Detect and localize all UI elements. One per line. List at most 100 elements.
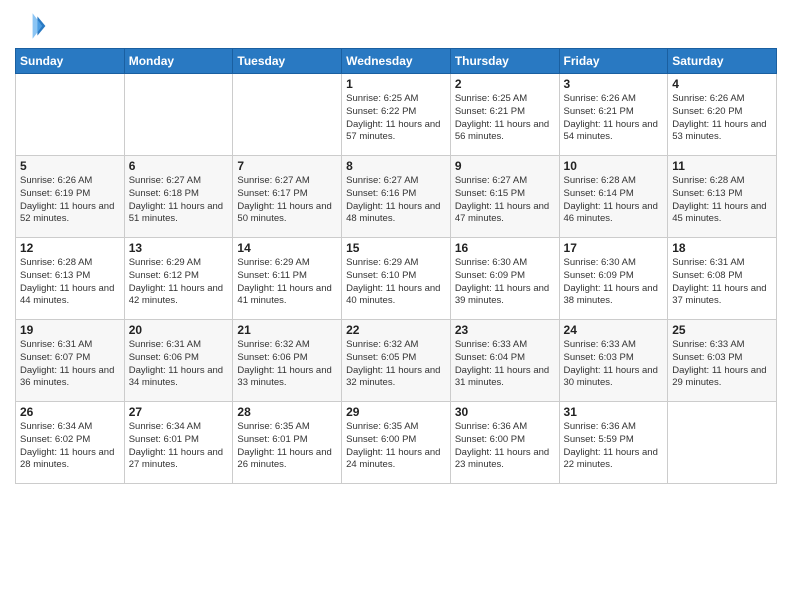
day-number: 9 bbox=[455, 159, 555, 173]
calendar-cell: 14 Sunrise: 6:29 AMSunset: 6:11 PMDayligh… bbox=[233, 238, 342, 320]
header bbox=[15, 10, 777, 42]
calendar-cell: 12 Sunrise: 6:28 AMSunset: 6:13 PMDayligh… bbox=[16, 238, 125, 320]
calendar-cell: 10 Sunrise: 6:28 AMSunset: 6:14 PMDayligh… bbox=[559, 156, 668, 238]
day-number: 22 bbox=[346, 323, 446, 337]
day-info: Sunrise: 6:31 AMSunset: 6:07 PMDaylight:… bbox=[20, 339, 120, 390]
day-number: 20 bbox=[129, 323, 229, 337]
logo bbox=[15, 10, 51, 42]
weekday-header-sunday: Sunday bbox=[16, 49, 125, 74]
calendar-cell: 4 Sunrise: 6:26 AMSunset: 6:20 PMDaylight… bbox=[668, 74, 777, 156]
day-info: Sunrise: 6:33 AMSunset: 6:03 PMDaylight:… bbox=[672, 339, 772, 390]
day-info: Sunrise: 6:29 AMSunset: 6:10 PMDaylight:… bbox=[346, 257, 446, 308]
calendar-cell: 6Sunrise: 6:27 AMSunset: 6:18 PMDaylight… bbox=[124, 156, 233, 238]
calendar-cell: 9 Sunrise: 6:27 AMSunset: 6:15 PMDaylight… bbox=[450, 156, 559, 238]
day-number: 27 bbox=[129, 405, 229, 419]
day-number: 31 bbox=[564, 405, 664, 419]
calendar-cell: 15 Sunrise: 6:29 AMSunset: 6:10 PMDayligh… bbox=[342, 238, 451, 320]
calendar-cell: 11 Sunrise: 6:28 AMSunset: 6:13 PMDayligh… bbox=[668, 156, 777, 238]
day-info: Sunrise: 6:31 AMSunset: 6:06 PMDaylight:… bbox=[129, 339, 229, 390]
calendar-cell: 7Sunrise: 6:27 AMSunset: 6:17 PMDaylight… bbox=[233, 156, 342, 238]
calendar-cell: 18 Sunrise: 6:31 AMSunset: 6:08 PMDayligh… bbox=[668, 238, 777, 320]
day-info: Sunrise: 6:34 AMSunset: 6:01 PMDaylight:… bbox=[129, 421, 229, 472]
day-info: Sunrise: 6:35 AMSunset: 6:00 PMDaylight:… bbox=[346, 421, 446, 472]
calendar-cell: 27 Sunrise: 6:34 AMSunset: 6:01 PMDayligh… bbox=[124, 402, 233, 484]
calendar-cell: 16 Sunrise: 6:30 AMSunset: 6:09 PMDayligh… bbox=[450, 238, 559, 320]
day-number: 15 bbox=[346, 241, 446, 255]
day-info: Sunrise: 6:29 AMSunset: 6:12 PMDaylight:… bbox=[129, 257, 229, 308]
day-number: 12 bbox=[20, 241, 120, 255]
day-number: 14 bbox=[237, 241, 337, 255]
day-info: Sunrise: 6:27 AMSunset: 6:16 PMDaylight:… bbox=[346, 175, 446, 226]
calendar-cell: 31 Sunrise: 6:36 AMSunset: 5:59 PMDayligh… bbox=[559, 402, 668, 484]
day-number: 5 bbox=[20, 159, 120, 173]
day-number: 21 bbox=[237, 323, 337, 337]
weekday-header-tuesday: Tuesday bbox=[233, 49, 342, 74]
day-number: 28 bbox=[237, 405, 337, 419]
weekday-header-monday: Monday bbox=[124, 49, 233, 74]
day-info: Sunrise: 6:26 AMSunset: 6:19 PMDaylight:… bbox=[20, 175, 120, 226]
day-number: 3 bbox=[564, 77, 664, 91]
calendar-cell: 8Sunrise: 6:27 AMSunset: 6:16 PMDaylight… bbox=[342, 156, 451, 238]
calendar-cell: 24Sunrise: 6:33 AMSunset: 6:03 PMDayligh… bbox=[559, 320, 668, 402]
calendar-cell bbox=[668, 402, 777, 484]
day-info: Sunrise: 6:33 AMSunset: 6:04 PMDaylight:… bbox=[455, 339, 555, 390]
day-info: Sunrise: 6:30 AMSunset: 6:09 PMDaylight:… bbox=[564, 257, 664, 308]
calendar-cell: 26 Sunrise: 6:34 AMSunset: 6:02 PMDayligh… bbox=[16, 402, 125, 484]
day-number: 17 bbox=[564, 241, 664, 255]
calendar-cell bbox=[124, 74, 233, 156]
day-info: Sunrise: 6:33 AMSunset: 6:03 PMDaylight:… bbox=[564, 339, 664, 390]
day-info: Sunrise: 6:29 AMSunset: 6:11 PMDaylight:… bbox=[237, 257, 337, 308]
day-number: 26 bbox=[20, 405, 120, 419]
day-number: 18 bbox=[672, 241, 772, 255]
day-number: 29 bbox=[346, 405, 446, 419]
weekday-header-wednesday: Wednesday bbox=[342, 49, 451, 74]
calendar-cell: 28 Sunrise: 6:35 AMSunset: 6:01 PMDayligh… bbox=[233, 402, 342, 484]
day-info: Sunrise: 6:25 AMSunset: 6:22 PMDaylight:… bbox=[346, 93, 446, 144]
weekday-header-saturday: Saturday bbox=[668, 49, 777, 74]
page: SundayMondayTuesdayWednesdayThursdayFrid… bbox=[0, 0, 792, 612]
day-number: 16 bbox=[455, 241, 555, 255]
day-info: Sunrise: 6:27 AMSunset: 6:15 PMDaylight:… bbox=[455, 175, 555, 226]
day-info: Sunrise: 6:26 AMSunset: 6:20 PMDaylight:… bbox=[672, 93, 772, 144]
calendar-cell bbox=[233, 74, 342, 156]
calendar-cell: 29 Sunrise: 6:35 AMSunset: 6:00 PMDayligh… bbox=[342, 402, 451, 484]
logo-icon bbox=[15, 10, 47, 42]
calendar-cell bbox=[16, 74, 125, 156]
calendar-cell: 25Sunrise: 6:33 AMSunset: 6:03 PMDayligh… bbox=[668, 320, 777, 402]
calendar-cell: 20 Sunrise: 6:31 AMSunset: 6:06 PMDayligh… bbox=[124, 320, 233, 402]
calendar-cell: 3Sunrise: 6:26 AMSunset: 6:21 PMDaylight… bbox=[559, 74, 668, 156]
calendar-cell: 17 Sunrise: 6:30 AMSunset: 6:09 PMDayligh… bbox=[559, 238, 668, 320]
day-number: 19 bbox=[20, 323, 120, 337]
day-number: 23 bbox=[455, 323, 555, 337]
calendar-cell: 30 Sunrise: 6:36 AMSunset: 6:00 PMDayligh… bbox=[450, 402, 559, 484]
day-number: 13 bbox=[129, 241, 229, 255]
day-info: Sunrise: 6:28 AMSunset: 6:13 PMDaylight:… bbox=[672, 175, 772, 226]
day-info: Sunrise: 6:28 AMSunset: 6:13 PMDaylight:… bbox=[20, 257, 120, 308]
calendar-cell: 22 Sunrise: 6:32 AMSunset: 6:05 PMDayligh… bbox=[342, 320, 451, 402]
day-number: 30 bbox=[455, 405, 555, 419]
day-info: Sunrise: 6:36 AMSunset: 6:00 PMDaylight:… bbox=[455, 421, 555, 472]
day-number: 1 bbox=[346, 77, 446, 91]
calendar-cell: 19 Sunrise: 6:31 AMSunset: 6:07 PMDayligh… bbox=[16, 320, 125, 402]
day-info: Sunrise: 6:30 AMSunset: 6:09 PMDaylight:… bbox=[455, 257, 555, 308]
calendar: SundayMondayTuesdayWednesdayThursdayFrid… bbox=[15, 48, 777, 484]
day-number: 11 bbox=[672, 159, 772, 173]
calendar-cell: 23 Sunrise: 6:33 AMSunset: 6:04 PMDayligh… bbox=[450, 320, 559, 402]
day-info: Sunrise: 6:34 AMSunset: 6:02 PMDaylight:… bbox=[20, 421, 120, 472]
calendar-cell: 13 Sunrise: 6:29 AMSunset: 6:12 PMDayligh… bbox=[124, 238, 233, 320]
day-number: 2 bbox=[455, 77, 555, 91]
day-info: Sunrise: 6:32 AMSunset: 6:05 PMDaylight:… bbox=[346, 339, 446, 390]
day-info: Sunrise: 6:31 AMSunset: 6:08 PMDaylight:… bbox=[672, 257, 772, 308]
weekday-header-thursday: Thursday bbox=[450, 49, 559, 74]
day-info: Sunrise: 6:27 AMSunset: 6:17 PMDaylight:… bbox=[237, 175, 337, 226]
day-info: Sunrise: 6:35 AMSunset: 6:01 PMDaylight:… bbox=[237, 421, 337, 472]
day-info: Sunrise: 6:25 AMSunset: 6:21 PMDaylight:… bbox=[455, 93, 555, 144]
day-info: Sunrise: 6:28 AMSunset: 6:14 PMDaylight:… bbox=[564, 175, 664, 226]
day-number: 6 bbox=[129, 159, 229, 173]
weekday-header-friday: Friday bbox=[559, 49, 668, 74]
day-info: Sunrise: 6:36 AMSunset: 5:59 PMDaylight:… bbox=[564, 421, 664, 472]
day-number: 10 bbox=[564, 159, 664, 173]
calendar-cell: 21 Sunrise: 6:32 AMSunset: 6:06 PMDayligh… bbox=[233, 320, 342, 402]
day-number: 4 bbox=[672, 77, 772, 91]
day-info: Sunrise: 6:32 AMSunset: 6:06 PMDaylight:… bbox=[237, 339, 337, 390]
